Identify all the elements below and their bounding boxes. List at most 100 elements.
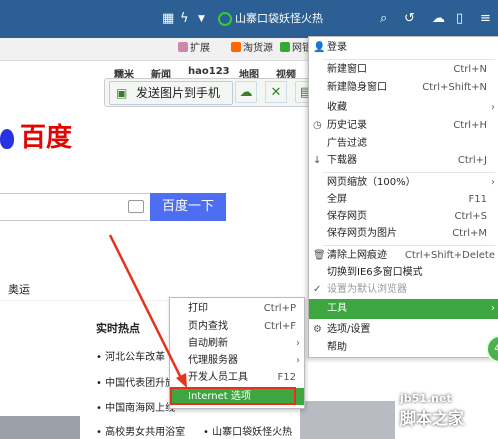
news-photo[interactable] (300, 401, 395, 439)
cloud-icon[interactable]: ☁ (235, 81, 257, 103)
news-text: 山寨口袋妖怪火热 (212, 427, 293, 438)
chevron-right-icon: › (491, 177, 495, 188)
news-text: 高校男女共用浴室 (105, 427, 186, 438)
menu-shortcut: Ctrl+H (453, 120, 487, 131)
shield-icon (280, 42, 290, 52)
menu-shortcut: F12 (277, 372, 296, 383)
hot-topics-title: 实时热点 (96, 322, 140, 335)
menu-item-fullscreen[interactable]: 全屏 F11 (309, 191, 498, 209)
back-icon[interactable]: ↺ (404, 0, 415, 38)
menu-item-new-incognito[interactable]: 新建隐身窗口 Ctrl+Shift+N (309, 79, 498, 97)
search-input[interactable] (0, 193, 149, 221)
bookmark-label: 扩展 (190, 43, 210, 54)
dropdown-icon[interactable]: ▼ (198, 0, 205, 38)
submenu-item-devtools[interactable]: 开发人员工具 F12 (170, 369, 304, 386)
menu-label: 网页缩放（100%） (327, 177, 416, 188)
news-text: 中国代表团升旗 (105, 378, 176, 389)
menu-icon[interactable]: ≡ (480, 0, 491, 38)
submenu-item-proxy[interactable]: 代理服务器 › (170, 352, 304, 369)
address-bar[interactable]: 山寨口袋妖怪火热 (218, 10, 386, 28)
grid-icon[interactable]: ▦ (162, 0, 174, 38)
download-icon: ↓ (313, 155, 322, 166)
menu-item-tools[interactable]: 工具 › (309, 299, 498, 319)
menu-label: 设置为默认浏览器 (327, 284, 407, 295)
menu-label: 清除上网痕迹 (327, 250, 387, 261)
news-item[interactable]: • 山寨口袋妖怪火热 (203, 423, 292, 438)
menu-item-favorites[interactable]: 收藏 › (309, 99, 498, 117)
news-item[interactable]: • 河北公车改革 (96, 348, 165, 363)
news-item[interactable]: • 中国南海网上线 (96, 399, 175, 414)
menu-shortcut: Ctrl+J (457, 155, 487, 166)
menu-label: 打印 (188, 303, 208, 314)
menu-shortcut: Ctrl+Shift+N (422, 82, 487, 93)
watermark-text: 脚本之家 (400, 409, 465, 428)
menu-item-clear-traces[interactable]: 🗑 清除上网痕迹 Ctrl+Shift+Delete (309, 247, 498, 265)
menu-item-zoom[interactable]: 网页缩放（100%） › (309, 174, 498, 192)
submenu-item-auto-refresh[interactable]: 自动刷新 › (170, 335, 304, 352)
menu-label: 广告过滤 (327, 138, 367, 149)
menu-separator (323, 172, 495, 173)
watermark: jb51.net 脚本之家 (400, 392, 498, 439)
watermark-url: jb51.net (400, 392, 452, 405)
news-text: 河北公车改革 (105, 352, 166, 363)
check-icon: ✓ (313, 284, 322, 295)
menu-label: 历史记录 (327, 120, 367, 131)
trash-icon: 🗑 (313, 250, 326, 261)
menu-label: 登录 (327, 42, 347, 53)
history-icon: ◷ (313, 120, 322, 131)
news-photo[interactable] (0, 416, 80, 439)
tab-olympics[interactable]: 奥运 (8, 281, 30, 297)
menu-item-ie6-mode[interactable]: 切换到IE6多窗口模式 (309, 264, 498, 282)
menu-label: 选项/设置 (327, 324, 371, 335)
menu-item-help[interactable]: 帮助 (309, 339, 498, 357)
bookmark-taohuoyuan[interactable]: 淘货源 (231, 42, 273, 56)
menu-item-ad-filter[interactable]: 广告过滤 (309, 135, 498, 153)
menu-label: 开发人员工具 (188, 372, 248, 383)
menu-shortcut: Ctrl+M (452, 228, 487, 239)
menu-separator (323, 245, 495, 246)
menu-item-history[interactable]: ◷ 历史记录 Ctrl+H (309, 117, 498, 135)
submenu-item-find[interactable]: 页内查找 Ctrl+F (170, 318, 304, 335)
menu-label: 下载器 (327, 155, 357, 166)
news-item[interactable]: • 高校男女共用浴室 (96, 423, 185, 438)
extension-icon (178, 42, 188, 52)
send-to-phone-button[interactable]: ▣ 发送图片到手机 (109, 81, 233, 105)
menu-label: 新建窗口 (327, 64, 367, 75)
lightning-icon[interactable]: ϟ (180, 0, 189, 38)
user-icon: 👤 (313, 42, 326, 53)
menu-item-login[interactable]: 👤 登录 (309, 39, 498, 57)
bookmark-extension[interactable]: 扩展 (178, 42, 210, 56)
menu-item-set-default[interactable]: ✓ 设置为默认浏览器 (309, 281, 498, 299)
menu-label: 帮助 (327, 342, 347, 353)
menu-item-options[interactable]: ⚙ 选项/设置 (309, 321, 498, 339)
menu-item-save-page[interactable]: 保存网页 Ctrl+S (309, 208, 498, 226)
camera-icon[interactable] (128, 200, 144, 213)
menu-label: 页内查找 (188, 321, 228, 332)
logo-text: 百度 (20, 123, 73, 153)
taobao-icon (231, 42, 241, 52)
menu-item-downloader[interactable]: ↓ 下载器 Ctrl+J (309, 152, 498, 170)
menu-label: 收藏 (327, 102, 347, 113)
search-icon[interactable]: ⌕ (380, 0, 387, 38)
menu-shortcut: F11 (468, 194, 487, 205)
menu-label: 切换到IE6多窗口模式 (327, 267, 423, 278)
menu-item-save-as-image[interactable]: 保存网页为图片 Ctrl+M (309, 225, 498, 243)
baidu-logo[interactable]: 百度 (0, 117, 72, 154)
menu-item-new-window[interactable]: 新建窗口 Ctrl+N (309, 61, 498, 79)
menu-label: 全屏 (327, 194, 347, 205)
menu-shortcut: Ctrl+F (264, 321, 296, 332)
browser-titlebar: ▦ ϟ ▼ 山寨口袋妖怪火热 ⌕ ↺ ☁ ▯ ≡ (0, 0, 498, 38)
browser-logo-icon (218, 12, 232, 26)
nav-link-hao123[interactable]: hao123 (188, 66, 230, 77)
menu-shortcut: Ctrl+N (453, 64, 487, 75)
submenu-item-print[interactable]: 打印 Ctrl+P (170, 300, 304, 317)
phone-icon[interactable]: ▯ (456, 0, 463, 38)
menu-label: 工具 (327, 303, 347, 314)
news-text: 中国南海网上线 (105, 403, 176, 414)
cloud-icon[interactable]: ☁ (432, 0, 445, 38)
browser-main-menu: 👤 登录 新建窗口 Ctrl+N 新建隐身窗口 Ctrl+Shift+N 收藏 › ◷ 历… (308, 36, 498, 358)
expand-icon[interactable]: ✕ (265, 81, 287, 103)
search-button[interactable]: 百度一下 (150, 193, 226, 221)
menu-label: 自动刷新 (188, 338, 228, 349)
news-item[interactable]: • 中国代表团升旗 (96, 374, 175, 389)
